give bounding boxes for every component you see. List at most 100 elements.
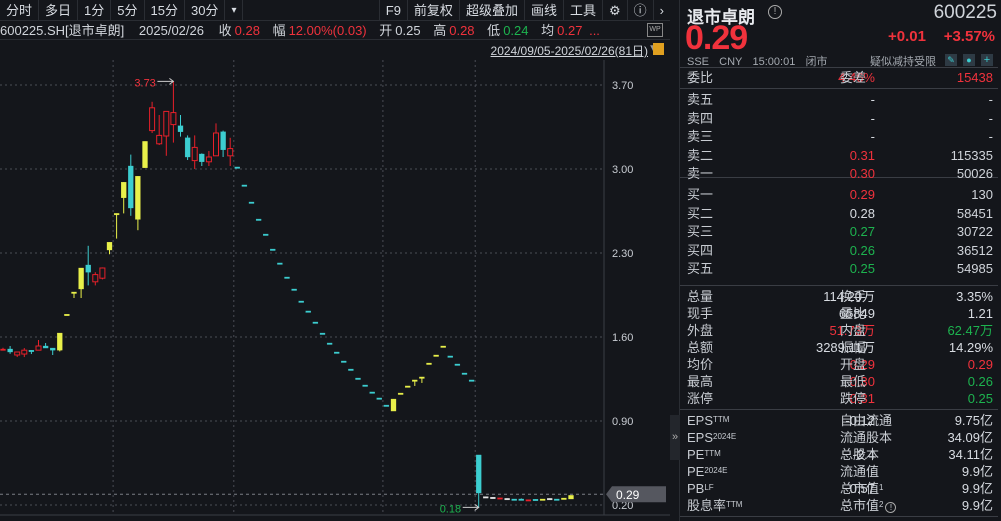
candle[interactable] — [177, 115, 184, 137]
candle[interactable] — [234, 166, 240, 169]
tools-button[interactable]: 工具 — [564, 0, 603, 21]
candle[interactable] — [468, 379, 475, 382]
candle[interactable] — [205, 151, 212, 166]
date-range-selector[interactable]: 2024/09/05-2025/02/26(81日) — [491, 42, 648, 59]
edit-icon[interactable]: ✎ — [945, 54, 957, 66]
candle[interactable] — [277, 262, 283, 265]
adjust-forward-button[interactable]: 前复权 — [408, 0, 460, 21]
candle[interactable] — [390, 398, 397, 412]
candlestick-chart[interactable]: 3.703.002.301.600.900.200.293.730.18 — [0, 0, 670, 521]
info-icon[interactable]: ! — [768, 5, 782, 19]
candle[interactable] — [7, 346, 13, 354]
candle[interactable] — [50, 347, 56, 355]
f9-button[interactable]: F9 — [380, 0, 408, 21]
candle[interactable] — [149, 101, 156, 133]
tab-15min[interactable]: 15分 — [145, 0, 185, 21]
candle[interactable] — [21, 348, 28, 358]
candle[interactable] — [199, 153, 205, 166]
candle[interactable] — [504, 498, 510, 501]
tab-multi-day[interactable]: 多日 — [39, 0, 79, 21]
candle[interactable] — [454, 363, 461, 366]
candle[interactable] — [263, 233, 269, 236]
candle[interactable] — [341, 360, 347, 363]
candle[interactable] — [305, 310, 311, 313]
candle[interactable] — [426, 362, 432, 365]
candle[interactable] — [227, 137, 234, 166]
candle[interactable] — [497, 497, 503, 500]
more-periods-dropdown[interactable]: ▾ — [225, 0, 244, 21]
candle[interactable] — [284, 276, 290, 279]
candle[interactable] — [113, 213, 120, 239]
tab-5min[interactable]: 5分 — [111, 0, 145, 21]
candle[interactable] — [156, 115, 163, 145]
candle[interactable] — [326, 342, 333, 345]
candle[interactable] — [376, 397, 382, 400]
draw-line-button[interactable]: 画线 — [525, 0, 564, 21]
candle[interactable] — [35, 340, 42, 351]
candle[interactable] — [483, 496, 489, 499]
chevron-right-icon[interactable]: › — [654, 0, 670, 21]
candle[interactable] — [142, 141, 148, 168]
candle[interactable] — [539, 498, 546, 501]
wp-icon[interactable]: WP — [647, 23, 663, 37]
bell-icon[interactable]: ● — [963, 54, 975, 66]
candle[interactable] — [298, 300, 304, 303]
candle[interactable] — [490, 497, 496, 499]
help-icon[interactable]: ⓘ — [628, 0, 654, 21]
candle[interactable] — [106, 242, 113, 255]
candle[interactable] — [568, 495, 574, 500]
candle[interactable] — [554, 498, 560, 501]
candle[interactable] — [532, 499, 539, 501]
candle[interactable] — [71, 291, 77, 298]
lock-icon[interactable] — [653, 43, 664, 55]
candle[interactable] — [99, 267, 106, 280]
candle[interactable] — [511, 498, 517, 501]
candle[interactable] — [163, 110, 170, 156]
candle[interactable] — [348, 368, 354, 371]
candle[interactable] — [85, 245, 91, 286]
candle[interactable] — [92, 272, 99, 286]
info-icon[interactable]: ! — [885, 502, 897, 513]
candle[interactable] — [440, 345, 446, 348]
candle[interactable] — [561, 497, 567, 500]
candle[interactable] — [213, 123, 219, 157]
candle[interactable] — [419, 376, 425, 383]
super-overlay-button[interactable]: 超级叠加 — [460, 0, 525, 21]
candle[interactable] — [334, 351, 340, 354]
collapse-panel-icon[interactable]: » — [670, 415, 680, 460]
candle[interactable] — [355, 377, 361, 380]
candle[interactable] — [476, 454, 482, 508]
candle[interactable] — [57, 332, 63, 352]
candle[interactable] — [397, 392, 404, 395]
candle[interactable] — [220, 130, 226, 157]
candle[interactable] — [42, 343, 49, 349]
candle[interactable] — [433, 354, 439, 357]
candle[interactable] — [291, 288, 297, 291]
candle[interactable] — [248, 201, 255, 204]
candle[interactable] — [447, 355, 453, 358]
candle[interactable] — [383, 404, 390, 407]
candle[interactable] — [121, 182, 127, 214]
candle[interactable] — [184, 135, 191, 160]
candle[interactable] — [319, 332, 326, 335]
candle[interactable] — [191, 135, 198, 169]
candle[interactable] — [78, 267, 84, 298]
candle[interactable] — [525, 499, 532, 502]
candle[interactable] — [518, 498, 524, 501]
tab-intraday[interactable]: 分时 — [0, 0, 40, 21]
candle[interactable] — [270, 248, 276, 251]
tab-30min[interactable]: 30分 — [185, 0, 226, 21]
candle[interactable] — [0, 347, 6, 351]
candle[interactable] — [170, 81, 177, 143]
candle[interactable] — [135, 176, 141, 231]
candle[interactable] — [405, 385, 411, 388]
add-icon[interactable]: + — [981, 54, 993, 66]
candle[interactable] — [28, 350, 35, 355]
candle[interactable] — [312, 321, 319, 324]
candle[interactable] — [369, 391, 375, 394]
gear-icon[interactable]: ⚙ — [603, 0, 628, 21]
candle[interactable] — [412, 379, 418, 386]
candle[interactable] — [255, 218, 262, 221]
tab-1min[interactable]: 1分 — [78, 0, 112, 21]
candle[interactable] — [461, 372, 468, 375]
